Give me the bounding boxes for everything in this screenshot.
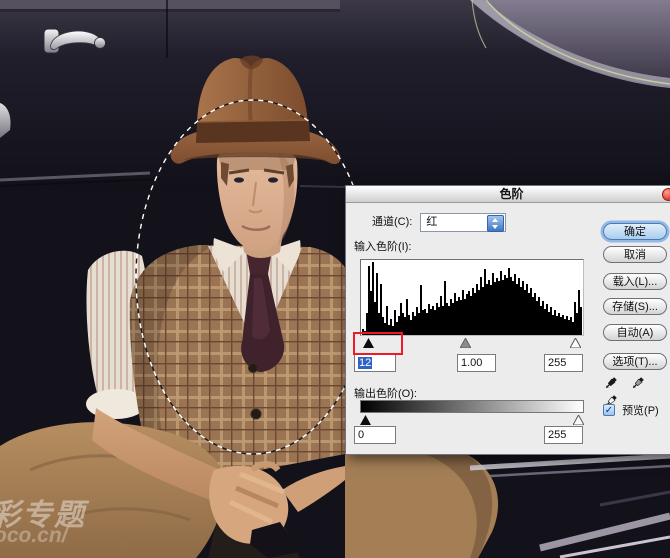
histogram-bars (362, 262, 582, 335)
eye (268, 177, 278, 182)
highlight-slider[interactable] (570, 338, 581, 351)
input-gamma-field[interactable]: 1.00 (457, 354, 496, 372)
output-sliders (360, 414, 584, 425)
gray-point-eyedropper-icon[interactable] (630, 376, 645, 394)
dropdown-stepper-icon[interactable] (487, 215, 504, 232)
output-highlight-field[interactable]: 255 (544, 426, 583, 444)
input-highlight-field[interactable]: 255 (544, 354, 583, 372)
load-button[interactable]: 载入(L)... (603, 273, 667, 290)
close-button[interactable] (662, 188, 670, 201)
channel-value: 红 (426, 214, 437, 231)
midtone-slider[interactable] (460, 338, 471, 351)
black-point-eyedropper-icon[interactable] (603, 376, 618, 394)
output-shadow-value: 0 (358, 429, 364, 441)
eye (234, 177, 244, 182)
output-levels-label: 输出色阶(O): (354, 385, 417, 401)
levels-dialog: 色阶 通道(C): 红 输入色阶(I): 12 1.00 255 输出色阶(O)… (345, 185, 670, 455)
channel-row: 通道(C): 红 (372, 213, 506, 232)
hat-band (196, 120, 310, 143)
dialog-title: 色阶 (346, 186, 670, 202)
options-button[interactable]: 选项(T)... (603, 353, 667, 370)
output-gradient-bar (360, 400, 584, 413)
output-shadow-field[interactable]: 0 (354, 426, 396, 444)
input-highlight-value: 255 (548, 357, 566, 369)
channel-dropdown[interactable]: 红 (420, 213, 506, 232)
ok-button[interactable]: 确定 (603, 223, 667, 240)
histogram (360, 259, 584, 336)
input-shadow-field[interactable]: 12 (354, 354, 396, 372)
auto-button[interactable]: 自动(A) (603, 324, 667, 341)
preview-checkbox[interactable]: ✓ (603, 404, 615, 416)
channel-label: 通道(C): (372, 216, 412, 228)
input-gamma-value: 1.00 (461, 357, 482, 369)
dialog-titlebar[interactable]: 色阶 (346, 186, 670, 203)
vest-button (251, 409, 261, 419)
preview-option: ✓ 预览(P) (603, 402, 659, 415)
cancel-button[interactable]: 取消 (603, 246, 667, 263)
input-levels-label: 输入色阶(I): (354, 238, 411, 254)
input-shadow-value: 12 (358, 357, 372, 369)
save-button[interactable]: 存储(S)... (603, 298, 667, 315)
tutorial-highlight-box (353, 332, 403, 355)
preview-label: 预览(P) (622, 405, 659, 417)
output-highlight-value: 255 (548, 429, 566, 441)
vest-button (249, 364, 258, 373)
